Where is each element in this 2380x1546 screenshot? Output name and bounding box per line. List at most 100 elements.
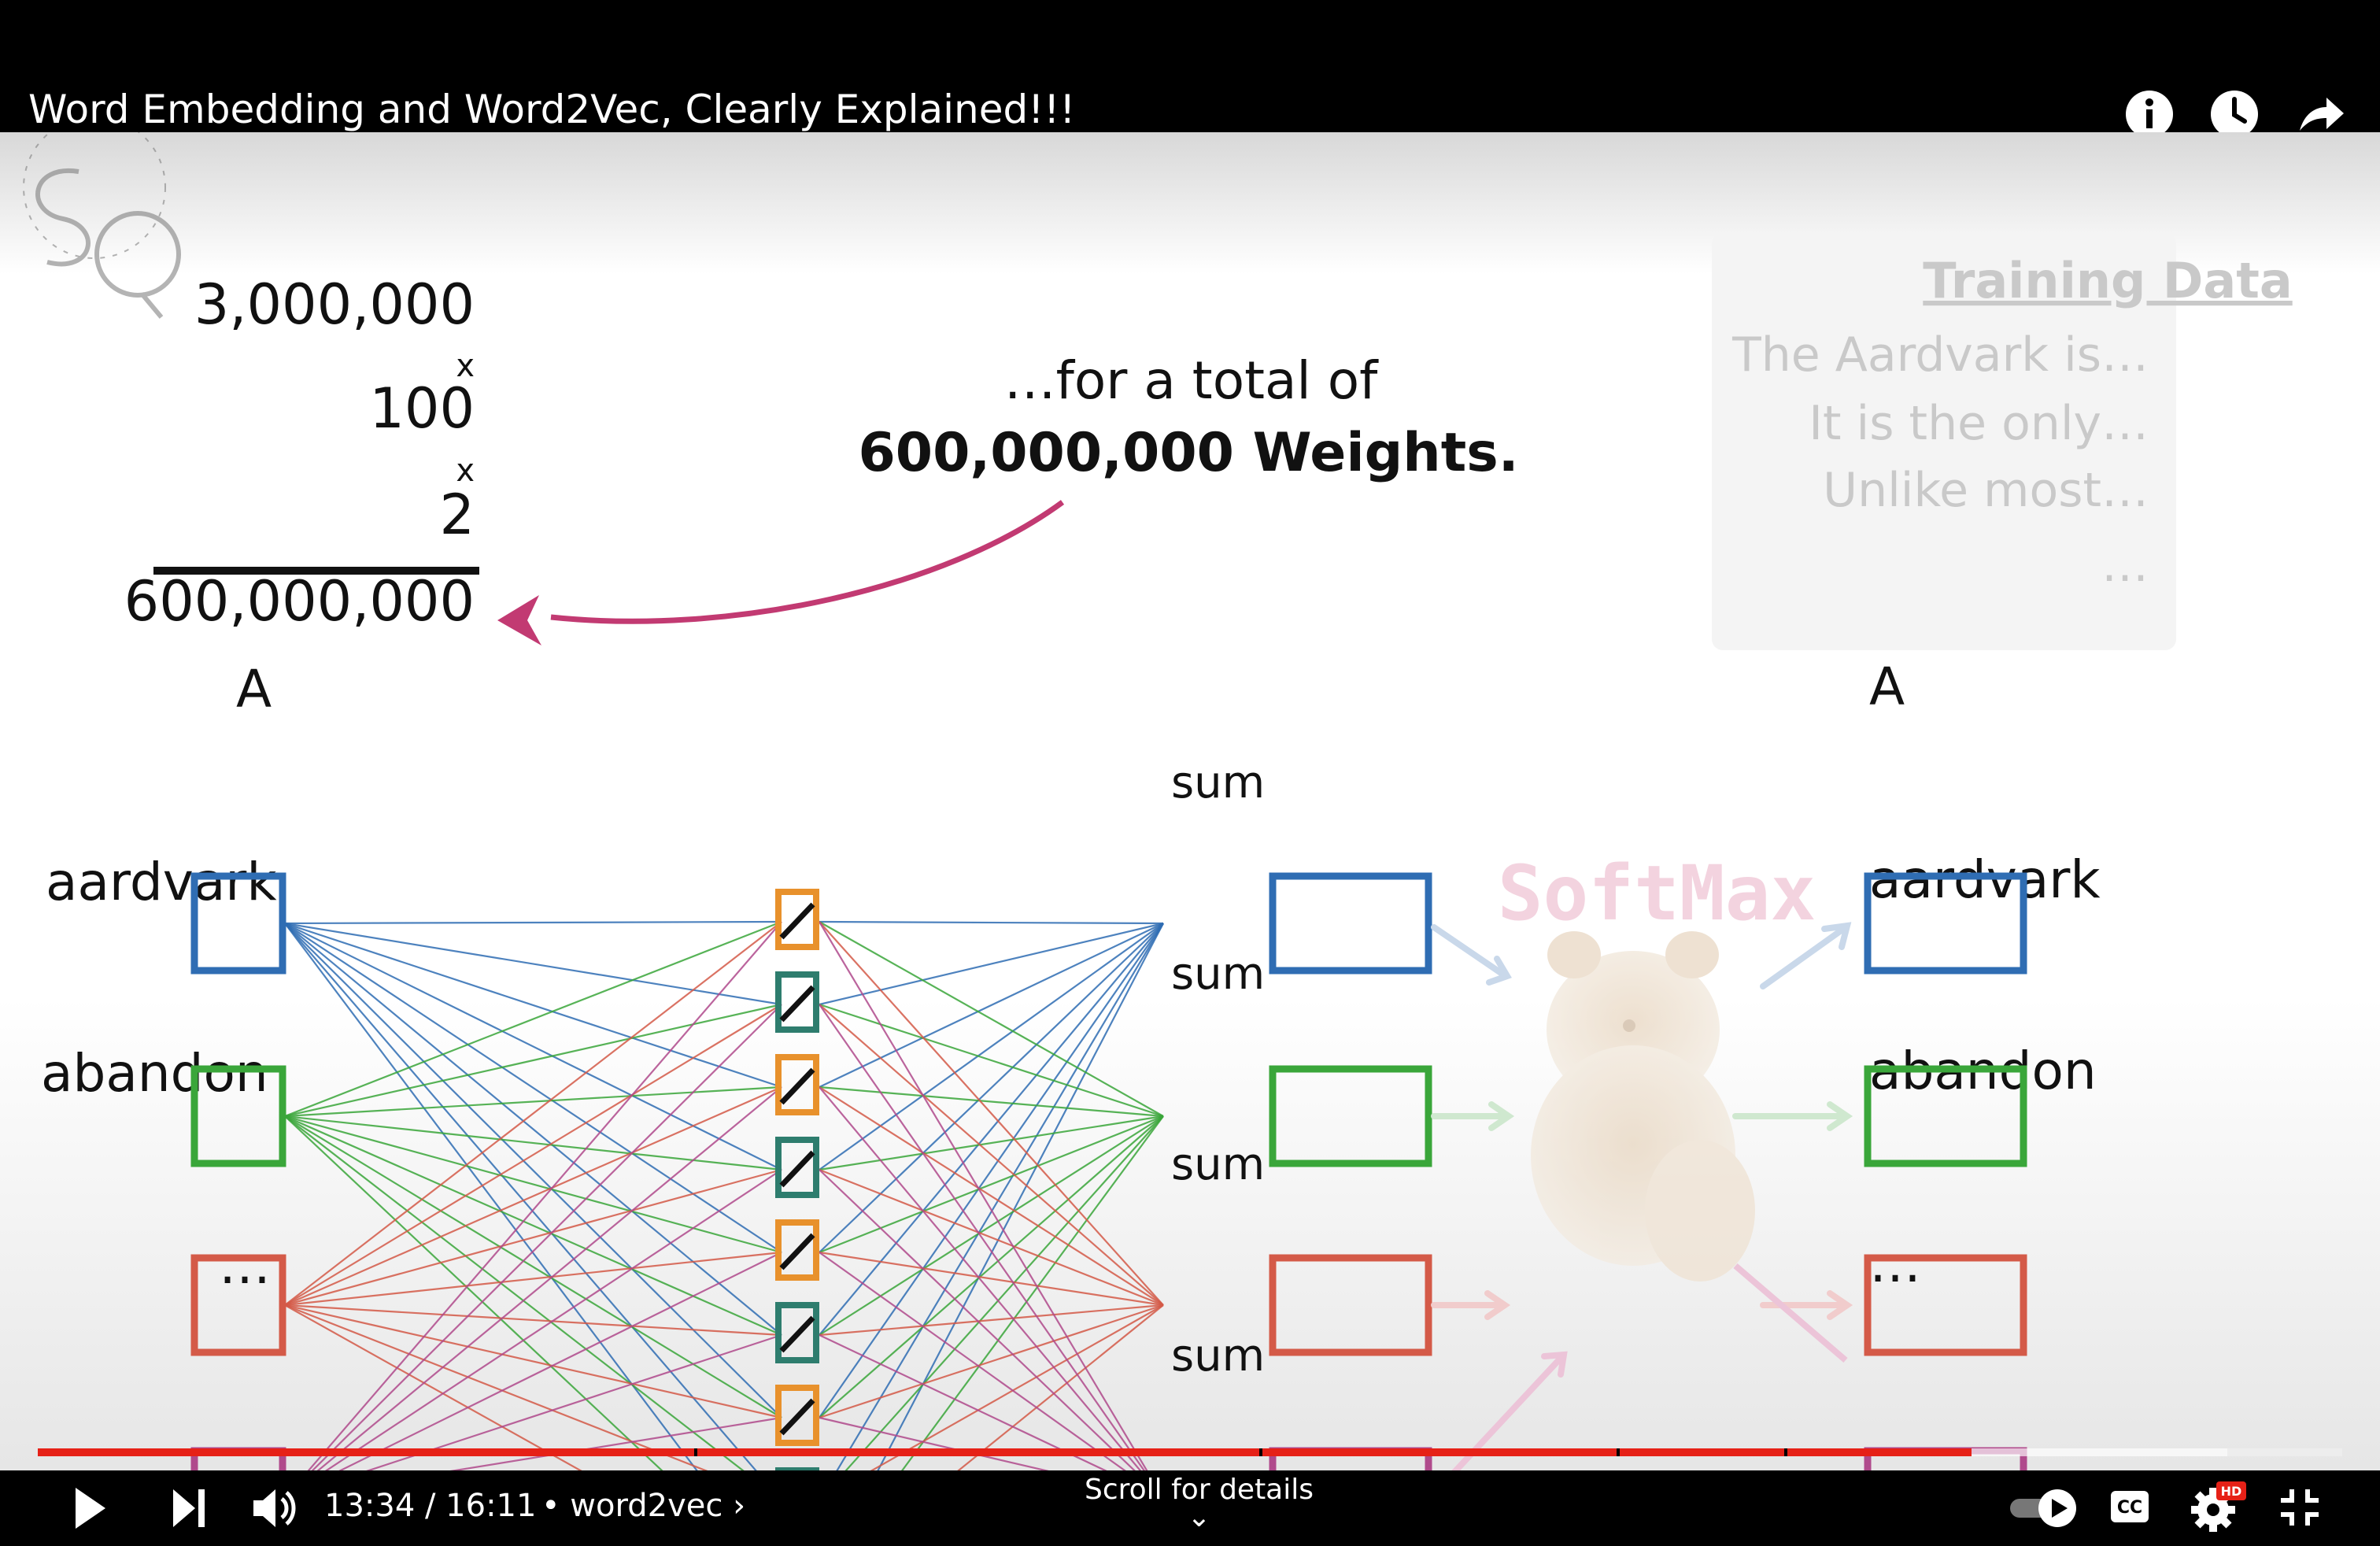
edge bbox=[284, 922, 782, 1089]
sum-label-3: sum bbox=[1171, 1139, 1265, 1190]
slide-canvas: 3,000,000 x 100 x 2 600,000,000 …for a t… bbox=[23, 132, 2293, 1470]
svg-text:HD: HD bbox=[2221, 1484, 2242, 1499]
weight-box bbox=[775, 1385, 819, 1446]
weight-slash bbox=[779, 1150, 815, 1188]
softmax-arrow-out-4 bbox=[1733, 1263, 1848, 1363]
callout-line-1: …for a total of bbox=[1004, 350, 1379, 411]
edge bbox=[284, 1304, 782, 1337]
callout: …for a total of 600,000,000 Weights. bbox=[858, 350, 1518, 484]
input-label-abandon: abandon bbox=[41, 1043, 268, 1104]
play-icon[interactable] bbox=[72, 1485, 109, 1532]
factor-3: 2 bbox=[439, 483, 475, 547]
output-nodes bbox=[1864, 872, 2027, 1470]
training-data-panel: Training Data The Aardvark is… It is the… bbox=[1712, 233, 2293, 650]
weight-slash bbox=[779, 1233, 815, 1270]
weight-box bbox=[775, 889, 819, 950]
chapter-marker bbox=[1616, 1448, 1620, 1456]
svg-text:CC: CC bbox=[2117, 1498, 2142, 1518]
exit-fullscreen-icon[interactable] bbox=[2279, 1488, 2320, 1527]
weight-slash bbox=[779, 985, 815, 1023]
edge bbox=[819, 1168, 1164, 1307]
product: 600,000,000 bbox=[124, 569, 475, 634]
chapter-marker bbox=[1784, 1448, 1788, 1456]
sum-node bbox=[1269, 872, 1432, 975]
weight-slash bbox=[779, 1315, 815, 1353]
edge bbox=[284, 1168, 782, 1307]
edge bbox=[284, 923, 782, 1171]
video-title[interactable]: Word Embedding and Word2Vec, Clearly Exp… bbox=[28, 87, 1075, 132]
edge bbox=[284, 923, 782, 1418]
chapter-title: • word2vec bbox=[541, 1488, 723, 1524]
edge bbox=[284, 1304, 782, 1419]
volume-icon[interactable] bbox=[252, 1485, 296, 1532]
chapter-link[interactable]: • word2vec › bbox=[541, 1488, 745, 1524]
edge bbox=[284, 1086, 782, 1118]
sum-node bbox=[1269, 1254, 1432, 1356]
chapter-marker bbox=[1258, 1448, 1262, 1456]
edge bbox=[819, 921, 1164, 1306]
edge bbox=[284, 922, 782, 1006]
training-line-1: The Aardvark is… bbox=[1731, 327, 2149, 383]
network-edges bbox=[284, 920, 1164, 1470]
edge bbox=[819, 923, 1164, 1171]
callout-line-2: 600,000,000 Weights. bbox=[858, 422, 1518, 484]
multiplication-block: 3,000,000 x 100 x 2 600,000,000 bbox=[124, 272, 479, 634]
weight-slash bbox=[779, 1067, 815, 1105]
chapter-marker bbox=[694, 1448, 698, 1456]
video-frame[interactable]: 3,000,000 x 100 x 2 600,000,000 …for a t… bbox=[0, 132, 2380, 1470]
input-label-aardvark: aardvark bbox=[46, 852, 277, 912]
edge bbox=[819, 1304, 1164, 1419]
chevron-right-icon: › bbox=[733, 1488, 746, 1524]
factor-2: 100 bbox=[369, 376, 475, 441]
weight-slash bbox=[779, 1398, 815, 1436]
sum-nodes bbox=[1269, 872, 1432, 1470]
next-icon[interactable] bbox=[172, 1488, 206, 1529]
edge bbox=[819, 922, 1164, 1006]
progress-played[interactable] bbox=[38, 1448, 1972, 1456]
weight-box bbox=[775, 1054, 819, 1115]
weight-box bbox=[775, 1137, 819, 1198]
sum-label-2: sum bbox=[1171, 949, 1265, 1000]
edge bbox=[284, 921, 782, 1306]
edge bbox=[284, 1115, 782, 1254]
chevron-down-icon: ⌄ bbox=[1187, 1501, 1211, 1533]
time-display: 13:34 / 16:11 bbox=[324, 1488, 537, 1524]
weight-slash bbox=[779, 902, 815, 940]
output-label-a: A bbox=[1869, 656, 1905, 717]
factor-1: 3,000,000 bbox=[194, 272, 475, 337]
input-nodes bbox=[190, 872, 286, 1470]
weight-boxes bbox=[775, 889, 819, 1470]
autoplay-toggle[interactable] bbox=[2009, 1486, 2081, 1530]
weight-box bbox=[775, 971, 819, 1033]
player-controls: 13:34 / 16:11 • word2vec › Scroll for de… bbox=[0, 1470, 2380, 1546]
training-data-title: Training Data bbox=[1923, 252, 2292, 309]
callout-arrowhead bbox=[497, 595, 541, 645]
sum-node bbox=[1269, 1065, 1432, 1167]
training-line-3: Unlike most… bbox=[1823, 463, 2149, 518]
edge bbox=[819, 923, 1164, 1418]
edge bbox=[819, 920, 1164, 925]
training-line-4: … bbox=[2101, 538, 2149, 593]
teddy-bear-image bbox=[1531, 931, 1755, 1282]
sum-label-1: sum bbox=[1171, 757, 1265, 808]
top-bar: Word Embedding and Word2Vec, Clearly Exp… bbox=[0, 0, 2380, 138]
edge bbox=[284, 920, 782, 925]
edge bbox=[819, 1304, 1164, 1337]
output-label-ellipsis: … bbox=[1869, 1233, 1921, 1294]
training-line-2: It is the only… bbox=[1809, 396, 2149, 451]
scroll-hint[interactable]: Scroll for details ⌄ bbox=[1085, 1474, 1314, 1533]
edge bbox=[819, 1086, 1164, 1118]
sum-label-4: sum bbox=[1171, 1330, 1265, 1381]
captions-icon[interactable]: CC bbox=[2109, 1489, 2150, 1524]
callout-arrow bbox=[550, 500, 1065, 624]
softmax-label: SoftMax bbox=[1498, 849, 1816, 938]
edge bbox=[819, 1115, 1164, 1254]
input-label-ellipsis: … bbox=[219, 1235, 271, 1296]
statquest-logo bbox=[23, 132, 181, 319]
settings-icon[interactable]: HD bbox=[2191, 1480, 2248, 1532]
progress-bar[interactable] bbox=[38, 1448, 2342, 1456]
input-label-a: A bbox=[236, 659, 272, 719]
weight-box bbox=[775, 1302, 819, 1363]
edge bbox=[819, 923, 1164, 1088]
weight-box bbox=[775, 1219, 819, 1281]
